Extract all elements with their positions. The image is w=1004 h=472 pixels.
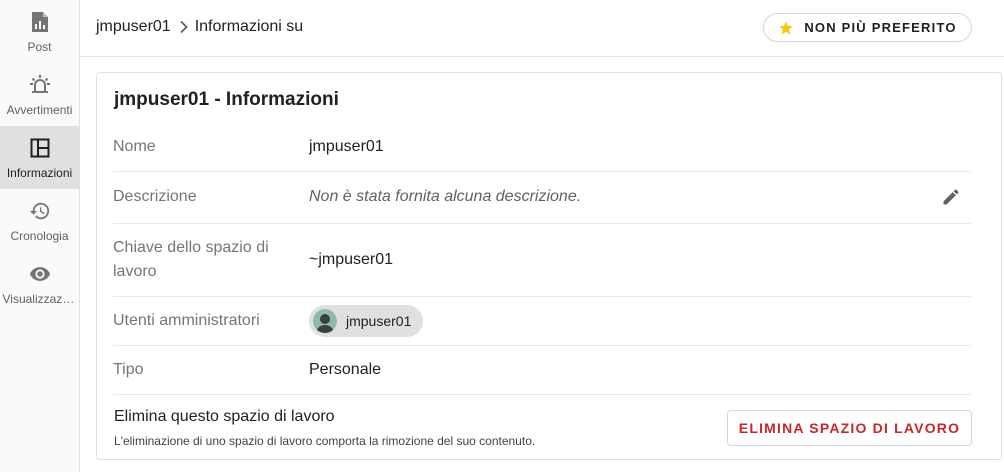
breadcrumb-current-page: Informazioni su [194, 18, 304, 35]
admins-key: Utenti amministratori [113, 312, 260, 329]
description-key: Descrizione [113, 188, 197, 205]
name-key: Nome [113, 138, 156, 155]
delete-workspace-button[interactable]: ELIMINA SPAZIO DI LAVORO [727, 410, 972, 446]
delete-workspace-description: L'eliminazione di uno spazio di lavoro c… [114, 434, 536, 448]
type-row: Tipo Personale [113, 346, 971, 395]
description-value: Non è stata fornita alcuna descrizione. [309, 188, 582, 205]
sidebar-item-visualizzazioni[interactable]: Visualizzazioni [0, 252, 79, 315]
sidebar-item-avvertimenti[interactable]: Avvertimenti [0, 63, 79, 126]
breadcrumb: jmpuser01 Informazioni su [96, 18, 303, 36]
name-row: Nome jmpuser01 [113, 122, 971, 172]
sidebar-item-label: Visualizzazioni [2, 292, 79, 306]
sidebar: Post Avvertimenti Informazioni Cronologi… [0, 0, 80, 472]
avatar [313, 309, 337, 333]
history-icon [28, 199, 52, 223]
sidebar-item-post[interactable]: Post [0, 0, 79, 63]
eye-icon [28, 262, 52, 286]
sidebar-item-informazioni[interactable]: Informazioni [0, 126, 79, 189]
sidebar-item-label: Post [27, 40, 52, 54]
info-layout-icon [28, 136, 52, 160]
sidebar-item-label: Avvertimenti [6, 103, 73, 117]
description-row: Descrizione Non è stata fornita alcuna d… [113, 172, 971, 224]
chevron-right-icon [179, 20, 189, 34]
info-card: jmpuser01 - Informazioni Nome jmpuser01 … [96, 72, 1002, 460]
admins-row: Utenti amministratori jmpuser01 [113, 297, 971, 346]
edit-description-button[interactable] [939, 185, 963, 209]
sidebar-item-label: Informazioni [6, 166, 73, 180]
admin-user-chip[interactable]: jmpuser01 [309, 305, 424, 337]
pencil-icon [943, 189, 959, 205]
workspace-key-key-line1: Chiave dello spazio di [113, 239, 269, 256]
sidebar-item-cronologia[interactable]: Cronologia [0, 189, 79, 252]
type-value: Personale [309, 361, 382, 378]
unfavorite-button[interactable]: NON PIÙ PREFERITO [763, 13, 972, 42]
type-key: Tipo [113, 361, 144, 378]
post-icon [28, 10, 52, 34]
header: jmpuser01 Informazioni su NON PIÙ PREFER… [80, 0, 1004, 57]
breadcrumb-workspace[interactable]: jmpuser01 [96, 18, 171, 36]
name-value: jmpuser01 [309, 138, 384, 155]
delete-workspace-title: Elimina questo spazio di lavoro [114, 408, 335, 425]
workspace-key-row: Chiave dello spazio di lavoro ~jmpuser01 [113, 224, 971, 297]
alert-icon [28, 73, 52, 97]
star-icon [778, 20, 794, 36]
sidebar-item-label: Cronologia [10, 229, 69, 243]
workspace-key-value: ~jmpuser01 [309, 251, 394, 268]
admin-user-name: jmpuser01 [346, 313, 412, 329]
workspace-key-key-line2: lavoro [113, 263, 157, 280]
unfavorite-label: NON PIÙ PREFERITO [804, 20, 957, 35]
card-title: jmpuser01 - Informazioni [114, 89, 339, 110]
